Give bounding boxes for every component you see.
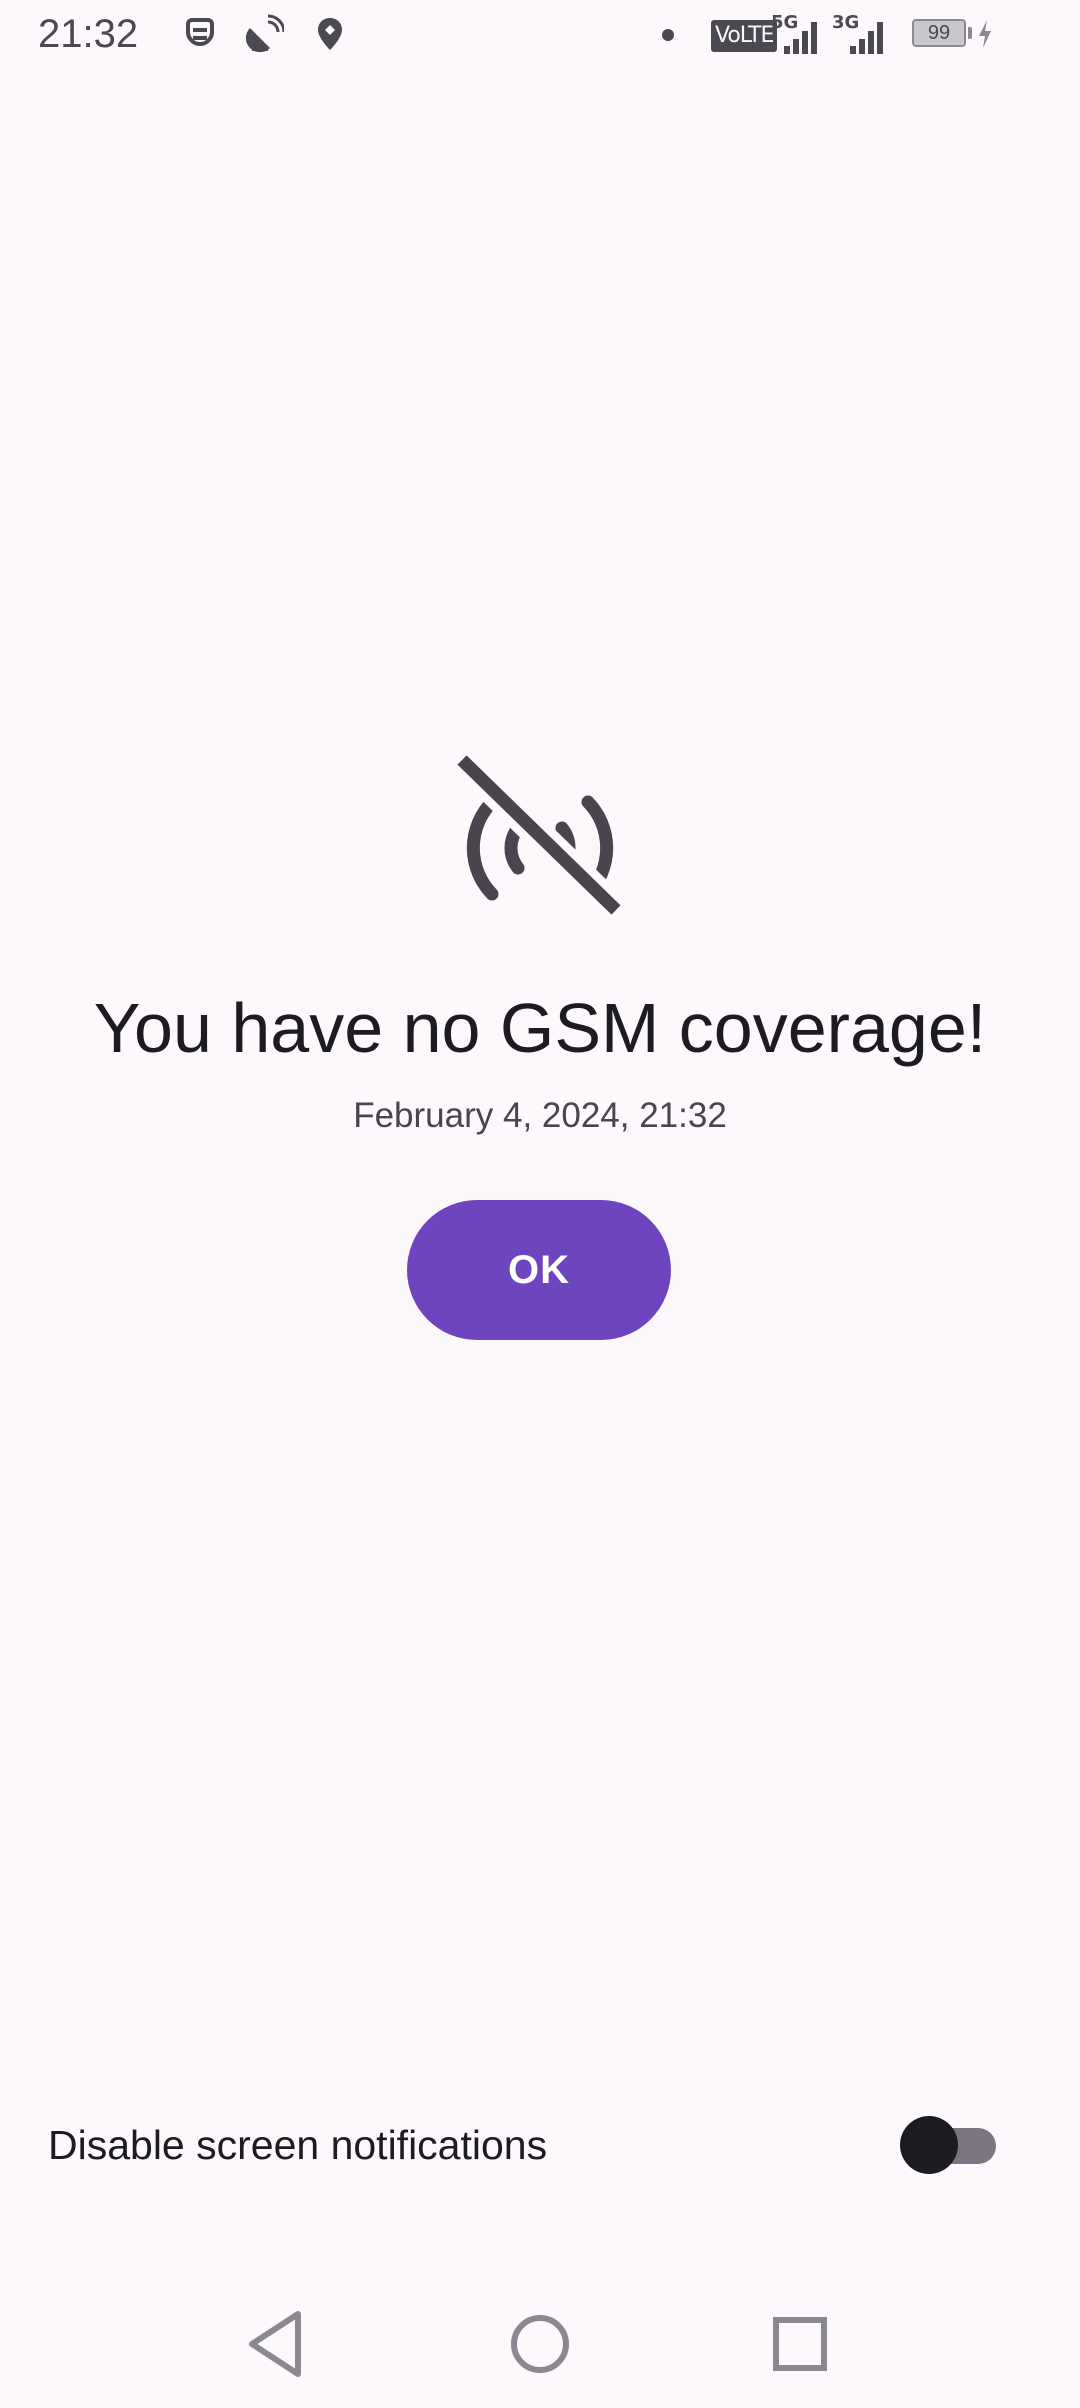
disable-notifications-row[interactable]: Disable screen notifications — [0, 2100, 1080, 2190]
battery-tip — [968, 27, 972, 39]
ok-button[interactable]: OK — [407, 1200, 671, 1340]
signal-3g-icon — [850, 22, 883, 54]
sim-icon — [186, 18, 214, 46]
signal-off-icon — [452, 752, 627, 921]
notification-dot — [662, 29, 674, 41]
alert-title: You have no GSM coverage! — [93, 989, 987, 1067]
alert-timestamp: February 4, 2024, 21:32 — [353, 1096, 727, 1135]
back-icon[interactable] — [234, 2300, 322, 2388]
volte-icon: VoLTE — [711, 20, 778, 52]
status-time: 21:32 — [38, 12, 139, 56]
disable-notifications-label: Disable screen notifications — [48, 2122, 548, 2168]
toggle-thumb — [900, 2116, 958, 2174]
disable-notifications-toggle[interactable] — [898, 2114, 998, 2176]
navigation-bar — [0, 2280, 1080, 2408]
charging-bolt-icon — [979, 20, 991, 48]
battery-icon: 99 — [912, 19, 966, 47]
recents-icon[interactable] — [756, 2300, 844, 2388]
satellite-dish-icon — [245, 14, 284, 53]
home-icon[interactable] — [496, 2300, 584, 2388]
status-bar: 21:32 VoLTE 5G 3G 99 — [0, 0, 1080, 72]
signal-5g-icon — [784, 22, 817, 54]
location-pin-icon — [318, 18, 342, 50]
